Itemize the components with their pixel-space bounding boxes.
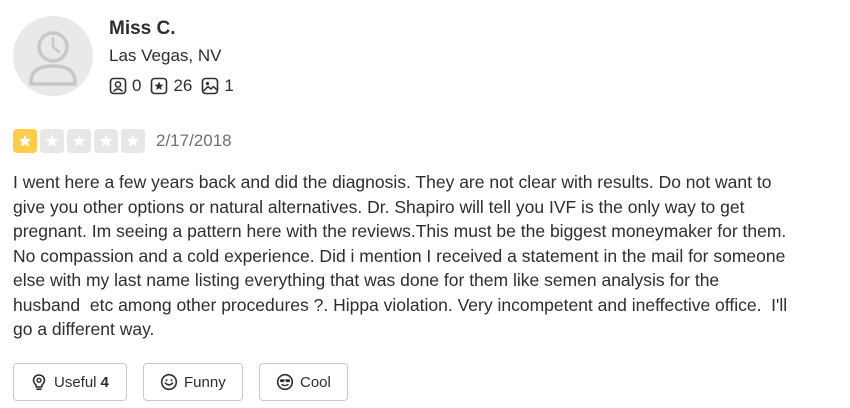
funny-button[interactable]: Funny — [143, 363, 243, 401]
star-empty-icon — [121, 128, 145, 153]
review-text-line: husband etc among other procedures ?. Hi… — [13, 294, 788, 315]
review-star-icon — [151, 77, 168, 95]
friends-icon — [109, 77, 127, 95]
star-empty-icon — [67, 128, 91, 153]
avatar[interactable] — [13, 16, 93, 96]
rating-row: 2/17/2018 — [13, 127, 232, 154]
star-empty-icon — [94, 128, 118, 153]
funny-label: Funny — [184, 373, 226, 391]
cool-button[interactable]: Cool — [259, 363, 348, 401]
review-card: Miss C. Las Vegas, NV 0 26 1 2/17/2018 I… — [0, 0, 850, 408]
friends-count: 0 — [132, 76, 142, 95]
user-name[interactable]: Miss C. — [109, 16, 176, 42]
useful-button[interactable]: Useful 4 — [13, 363, 127, 401]
star-empty-icon — [40, 128, 64, 153]
sunglasses-icon — [276, 373, 294, 391]
star-rating — [13, 128, 148, 153]
star-filled-icon — [13, 128, 37, 153]
user-location: Las Vegas, NV — [109, 46, 222, 65]
user-stats: 0 26 1 — [109, 74, 243, 98]
review-text-line: I went here a few years back and did the… — [13, 172, 772, 192]
review-text-line: No compassion and a cold experience. Did… — [13, 245, 786, 266]
review-date: 2/17/2018 — [156, 130, 232, 150]
review-text-line: else with my last name listing everythin… — [13, 270, 720, 290]
review-actions: Useful 4 Funny Cool — [13, 363, 364, 401]
review-text: I went here a few years back and did the… — [13, 170, 841, 342]
photos-count: 1 — [224, 76, 234, 95]
review-text-line: pregnant. Im seeing a pattern here with … — [13, 221, 787, 241]
photos-stat: 1 — [201, 76, 234, 96]
review-text-line: give you other options or natural altern… — [13, 196, 745, 217]
default-avatar-icon — [29, 31, 77, 86]
photo-icon — [202, 77, 219, 95]
cool-label: Cool — [300, 373, 331, 391]
useful-label: Useful — [54, 373, 97, 391]
review-text-line: go a different way. — [13, 319, 155, 339]
smile-icon — [160, 373, 178, 391]
friends-stat: 0 — [109, 76, 141, 96]
reviews-count: 26 — [173, 76, 193, 95]
lightbulb-icon — [32, 374, 46, 391]
useful-count: 4 — [100, 373, 109, 391]
reviews-stat: 26 — [150, 76, 192, 96]
